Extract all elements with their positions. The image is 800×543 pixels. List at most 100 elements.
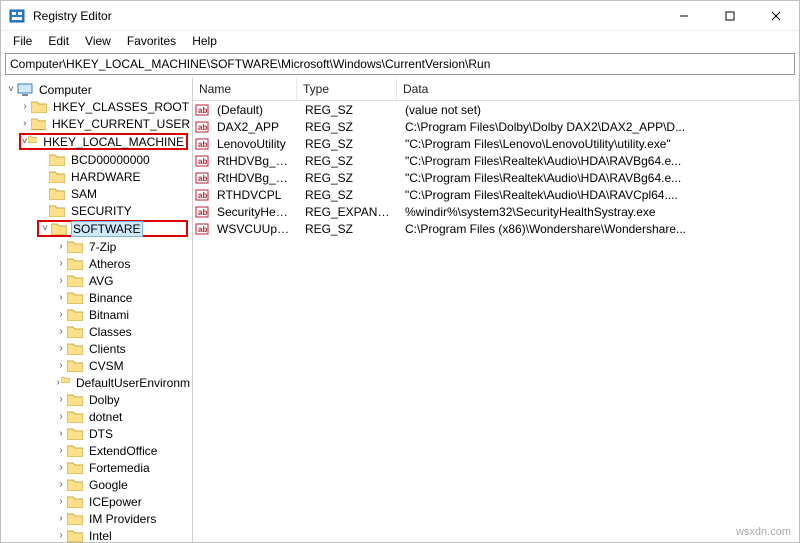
tree-label: Bitnami	[87, 307, 131, 323]
chevron-right-icon[interactable]: ›	[55, 428, 67, 439]
tree-item[interactable]: ›AVG	[1, 272, 192, 289]
svg-text:ab: ab	[198, 174, 207, 183]
list-header-name[interactable]: Name	[193, 78, 297, 100]
table-row[interactable]: abDAX2_APPREG_SZC:\Program Files\Dolby\D…	[193, 118, 799, 135]
svg-text:ab: ab	[198, 208, 207, 217]
table-row[interactable]: abRtHDVBg_DolbyREG_SZ"C:\Program Files\R…	[193, 152, 799, 169]
menu-edit[interactable]: Edit	[40, 32, 77, 50]
string-value-icon: ab	[195, 154, 209, 168]
tree-item[interactable]: › Atheros	[1, 255, 192, 272]
chevron-right-icon[interactable]: ›	[55, 275, 67, 286]
chevron-right-icon[interactable]: ›	[55, 326, 67, 337]
cell-type: REG_SZ	[299, 171, 399, 185]
chevron-right-icon[interactable]: ›	[19, 101, 31, 112]
address-bar[interactable]: Computer\HKEY_LOCAL_MACHINE\SOFTWARE\Mic…	[5, 53, 795, 75]
tree-hkcu[interactable]: › HKEY_CURRENT_USER	[1, 115, 192, 132]
table-row[interactable]: abSecurityHealthREG_EXPAND_SZ%windir%\sy…	[193, 203, 799, 220]
string-value-icon: ab	[195, 188, 209, 202]
cell-name: SecurityHealth	[211, 205, 299, 219]
chevron-right-icon[interactable]: ›	[55, 360, 67, 371]
tree-item[interactable]: ›Intel	[1, 527, 192, 542]
cell-name: RtHDVBg_LENO...	[211, 171, 299, 185]
tree-item[interactable]: ›ICEpower	[1, 493, 192, 510]
menu-view[interactable]: View	[77, 32, 119, 50]
cell-name: LenovoUtility	[211, 137, 299, 151]
tree-pane[interactable]: ˅ Computer › HKEY_CLASSES_ROOT › HKEY_CU…	[1, 77, 193, 542]
chevron-down-icon[interactable]: ˅	[5, 84, 17, 95]
chevron-right-icon[interactable]: ›	[55, 292, 67, 303]
table-row[interactable]: abWSVCUUpdateH...REG_SZC:\Program Files …	[193, 220, 799, 237]
svg-text:ab: ab	[198, 157, 207, 166]
tree-item[interactable]: › Binance	[1, 289, 192, 306]
tree-item[interactable]: › DTS	[1, 425, 192, 442]
chevron-right-icon[interactable]: ›	[55, 343, 67, 354]
chevron-down-icon[interactable]: ˅	[21, 136, 28, 147]
tree-item[interactable]: › Clients	[1, 340, 192, 357]
tree-hardware[interactable]: › HARDWARE	[1, 168, 192, 185]
folder-icon	[67, 410, 83, 423]
tree-label: HARDWARE	[69, 169, 143, 185]
table-row[interactable]: abRTHDVCPLREG_SZ"C:\Program Files\Realte…	[193, 186, 799, 203]
svg-text:ab: ab	[198, 225, 207, 234]
chevron-down-icon[interactable]: ˅	[39, 223, 51, 234]
chevron-right-icon[interactable]: ›	[55, 496, 67, 507]
tree-item[interactable]: › Bitnami	[1, 306, 192, 323]
chevron-right-icon[interactable]: ›	[55, 462, 67, 473]
tree-software[interactable]: ˅ SOFTWARE	[37, 220, 188, 237]
chevron-right-icon[interactable]: ›	[19, 118, 31, 129]
tree-label: Atheros	[87, 256, 132, 272]
table-row[interactable]: abLenovoUtilityREG_SZ"C:\Program Files\L…	[193, 135, 799, 152]
table-row[interactable]: ab(Default)REG_SZ(value not set)	[193, 101, 799, 118]
tree-item[interactable]: ›7-Zip	[1, 238, 192, 255]
tree-item[interactable]: ›DefaultUserEnvironm	[1, 374, 192, 391]
folder-icon	[61, 376, 70, 389]
tree-security[interactable]: › SECURITY	[1, 202, 192, 219]
tree-label: Clients	[87, 341, 128, 357]
close-button[interactable]	[753, 1, 799, 31]
list-header-data[interactable]: Data	[397, 78, 799, 100]
tree-root-computer[interactable]: ˅ Computer	[1, 81, 192, 98]
chevron-right-icon[interactable]: ›	[55, 513, 67, 524]
chevron-right-icon[interactable]: ›	[55, 394, 67, 405]
chevron-right-icon[interactable]: ›	[55, 479, 67, 490]
tree-label: Google	[87, 477, 130, 493]
chevron-right-icon[interactable]: ›	[55, 241, 67, 252]
list-pane[interactable]: Name Type Data ab(Default)REG_SZ(value n…	[193, 77, 799, 542]
tree-sam[interactable]: › SAM	[1, 185, 192, 202]
folder-icon	[67, 529, 83, 542]
menu-file[interactable]: File	[5, 32, 40, 50]
tree-item[interactable]: ›Fortemedia	[1, 459, 192, 476]
tree-item[interactable]: ›Dolby	[1, 391, 192, 408]
tree-item[interactable]: ›IM Providers	[1, 510, 192, 527]
tree-hklm[interactable]: ˅ HKEY_LOCAL_MACHINE	[19, 133, 188, 150]
tree-item[interactable]: › dotnet	[1, 408, 192, 425]
tree-bcd[interactable]: › BCD00000000	[1, 151, 192, 168]
maximize-button[interactable]	[707, 1, 753, 31]
tree-hkcr[interactable]: › HKEY_CLASSES_ROOT	[1, 98, 192, 115]
chevron-right-icon[interactable]: ›	[55, 411, 67, 422]
menu-favorites[interactable]: Favorites	[119, 32, 184, 50]
chevron-right-icon[interactable]: ›	[55, 258, 67, 269]
menu-help[interactable]: Help	[184, 32, 225, 50]
close-icon	[771, 11, 781, 21]
list-header: Name Type Data	[193, 77, 799, 101]
tree-item[interactable]: ›Classes	[1, 323, 192, 340]
folder-icon	[51, 222, 67, 235]
tree-item[interactable]: ›ExtendOffice	[1, 442, 192, 459]
list-header-type[interactable]: Type	[297, 78, 397, 100]
tree-label: DTS	[87, 426, 115, 442]
chevron-right-icon[interactable]: ›	[55, 530, 67, 541]
tree-label: Binance	[87, 290, 134, 306]
string-value-icon: ab	[195, 120, 209, 134]
cell-data: %windir%\system32\SecurityHealthSystray.…	[399, 205, 799, 219]
tree-item[interactable]: › Google	[1, 476, 192, 493]
cell-name: DAX2_APP	[211, 120, 299, 134]
chevron-right-icon[interactable]: ›	[55, 445, 67, 456]
folder-icon	[49, 187, 65, 200]
minimize-button[interactable]	[661, 1, 707, 31]
chevron-right-icon[interactable]: ›	[55, 309, 67, 320]
main-split: ˅ Computer › HKEY_CLASSES_ROOT › HKEY_CU…	[1, 77, 799, 542]
table-row[interactable]: abRtHDVBg_LENO...REG_SZ"C:\Program Files…	[193, 169, 799, 186]
tree-item[interactable]: ›CVSM	[1, 357, 192, 374]
tree-label: dotnet	[87, 409, 124, 425]
